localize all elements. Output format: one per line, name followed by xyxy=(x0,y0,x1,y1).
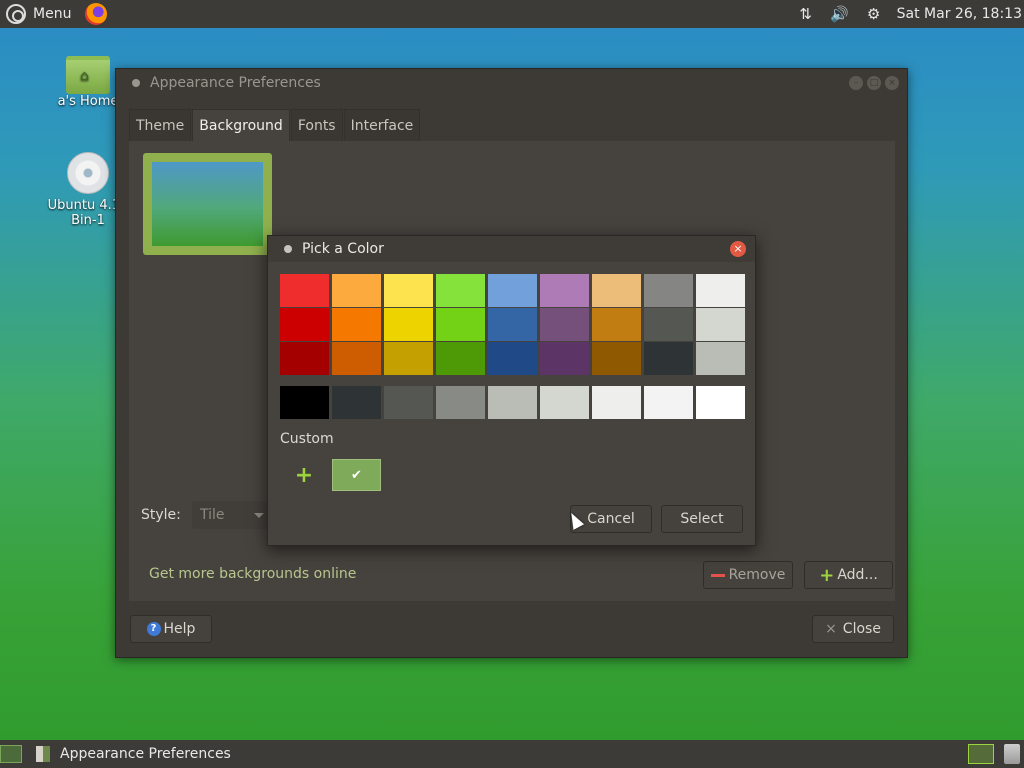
window-title: Appearance Preferences xyxy=(150,75,321,91)
network-icon[interactable]: ⇅ xyxy=(795,3,817,25)
dialog-body: Custom + ✔ Cancel Select xyxy=(268,262,755,545)
grey-swatch[interactable] xyxy=(540,386,589,419)
close-x-icon: × xyxy=(825,621,837,637)
menu-button[interactable]: Menu xyxy=(6,0,71,28)
dialog-titlebar[interactable]: Pick a Color xyxy=(268,236,755,262)
grey-swatch[interactable] xyxy=(488,386,537,419)
background-thumbnail[interactable] xyxy=(143,153,272,255)
maximize-icon[interactable]: □ xyxy=(867,76,881,90)
color-swatch[interactable] xyxy=(696,308,745,341)
add-label: Add... xyxy=(837,567,878,583)
ubuntu-logo-icon xyxy=(6,4,26,24)
grey-swatch[interactable] xyxy=(384,386,433,419)
color-swatch[interactable] xyxy=(644,274,693,307)
color-swatch[interactable] xyxy=(488,274,537,307)
show-desktop-icon[interactable] xyxy=(0,745,22,763)
style-value: Tile xyxy=(200,507,225,523)
style-label: Style: xyxy=(141,507,181,523)
add-button[interactable]: + Add... xyxy=(804,561,893,589)
taskbar-item-appearance[interactable]: Appearance Preferences xyxy=(36,740,231,768)
tab-background[interactable]: Background xyxy=(192,109,290,141)
color-swatch[interactable] xyxy=(592,308,641,341)
grey-swatch[interactable] xyxy=(644,386,693,419)
grey-swatch[interactable] xyxy=(592,386,641,419)
chevron-down-icon xyxy=(254,513,264,518)
minus-icon xyxy=(710,573,725,577)
color-swatch[interactable] xyxy=(540,274,589,307)
remove-label: Remove xyxy=(728,567,786,583)
color-swatch[interactable] xyxy=(332,274,381,307)
grey-swatch[interactable] xyxy=(696,386,745,419)
cd-disc-icon xyxy=(67,152,109,194)
color-swatch[interactable] xyxy=(436,342,485,375)
window-menu-icon[interactable] xyxy=(132,79,140,87)
grey-swatch[interactable] xyxy=(332,386,381,419)
tab-theme[interactable]: Theme xyxy=(129,109,192,141)
grey-swatch[interactable] xyxy=(436,386,485,419)
grey-swatch[interactable] xyxy=(280,386,329,419)
color-swatch[interactable] xyxy=(592,274,641,307)
color-swatch[interactable] xyxy=(696,342,745,375)
color-swatch[interactable] xyxy=(644,308,693,341)
plus-icon: + xyxy=(819,564,835,586)
color-swatch[interactable] xyxy=(488,308,537,341)
color-swatch[interactable] xyxy=(280,274,329,307)
color-swatch[interactable] xyxy=(280,342,329,375)
close-window-icon[interactable]: × xyxy=(885,76,899,90)
custom-label: Custom xyxy=(280,431,334,447)
home-folder-icon: ⌂ xyxy=(66,56,110,94)
dialog-close-icon[interactable]: × xyxy=(730,241,746,257)
color-swatch[interactable] xyxy=(540,308,589,341)
color-swatch[interactable] xyxy=(592,342,641,375)
color-swatch[interactable] xyxy=(436,274,485,307)
select-button[interactable]: Select xyxy=(661,505,743,533)
custom-color-swatch[interactable]: ✔ xyxy=(332,459,381,491)
cancel-button[interactable]: Cancel xyxy=(570,505,652,533)
color-swatch[interactable] xyxy=(436,308,485,341)
color-swatch[interactable] xyxy=(332,308,381,341)
tab-interface[interactable]: Interface xyxy=(343,109,421,141)
color-swatch[interactable] xyxy=(384,274,433,307)
tab-fonts[interactable]: Fonts xyxy=(290,109,343,141)
trash-icon[interactable] xyxy=(1004,744,1020,764)
clock[interactable]: Sat Mar 26, 18:13 xyxy=(897,6,1022,22)
pick-color-dialog: Pick a Color × Custom + ✔ Cancel Select xyxy=(267,235,756,546)
help-button[interactable]: ? Help xyxy=(130,615,212,643)
window-controls: – □ × xyxy=(849,76,899,90)
color-swatch[interactable] xyxy=(540,342,589,375)
bottom-panel: Appearance Preferences xyxy=(0,740,1024,768)
dialog-menu-icon[interactable] xyxy=(284,245,292,253)
menu-label: Menu xyxy=(33,6,72,22)
style-dropdown[interactable]: Tile xyxy=(192,501,270,529)
close-label: Close xyxy=(842,621,881,637)
system-tray: ⇅ 🔊 ⚙ Sat Mar 26, 18:13 xyxy=(795,0,1024,28)
window-titlebar[interactable]: Appearance Preferences xyxy=(116,69,907,97)
volume-icon[interactable]: 🔊 xyxy=(829,3,851,25)
dialog-title: Pick a Color xyxy=(302,241,384,257)
settings-icon[interactable]: ⚙ xyxy=(863,3,885,25)
add-custom-color-icon[interactable]: + xyxy=(280,459,328,491)
color-swatch[interactable] xyxy=(384,308,433,341)
color-swatch[interactable] xyxy=(488,342,537,375)
help-label: Help xyxy=(163,621,196,637)
firefox-icon[interactable] xyxy=(85,3,108,25)
color-swatch[interactable] xyxy=(644,342,693,375)
remove-button[interactable]: Remove xyxy=(703,561,793,589)
help-icon: ? xyxy=(146,622,161,636)
more-backgrounds-link[interactable]: Get more backgrounds online xyxy=(149,566,356,582)
top-panel: Menu ⇅ 🔊 ⚙ Sat Mar 26, 18:13 xyxy=(0,0,1024,28)
workspace-switcher-icon[interactable] xyxy=(968,744,994,764)
color-swatch[interactable] xyxy=(384,342,433,375)
background-preview-image xyxy=(152,162,263,246)
color-swatch[interactable] xyxy=(280,308,329,341)
minimize-icon[interactable]: – xyxy=(849,76,863,90)
close-button[interactable]: × Close xyxy=(812,615,894,643)
taskbar-item-label: Appearance Preferences xyxy=(60,746,231,762)
appearance-app-icon xyxy=(36,746,50,762)
tab-bar: Theme Background Fonts Interface xyxy=(129,109,421,141)
color-swatch[interactable] xyxy=(696,274,745,307)
color-swatch[interactable] xyxy=(332,342,381,375)
